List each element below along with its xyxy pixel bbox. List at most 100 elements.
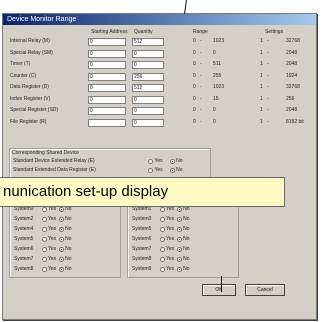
system-option-row: System3 Yes No bbox=[132, 216, 193, 223]
system-yes-radio[interactable] bbox=[160, 237, 165, 243]
system-no-radio[interactable] bbox=[177, 257, 183, 263]
row-label: Internal Relay (M) bbox=[10, 38, 50, 44]
system-no-radio[interactable] bbox=[177, 217, 183, 223]
system-yes-radio[interactable] bbox=[42, 267, 47, 273]
system-option-row: System8 Yes No bbox=[14, 266, 75, 273]
quantity-input[interactable]: 256 bbox=[132, 72, 164, 81]
setting-max: 256 bbox=[286, 95, 295, 102]
system-yes-radio[interactable] bbox=[160, 217, 165, 223]
range-sep: - bbox=[200, 84, 202, 90]
setting-min: 1 bbox=[260, 72, 263, 79]
system-label: System8 bbox=[132, 256, 152, 263]
quantity-input[interactable]: 512 bbox=[132, 84, 164, 92]
start-address-input[interactable]: 0 bbox=[88, 72, 126, 81]
row-label: Timer (T) bbox=[10, 61, 31, 67]
system-no-label: No bbox=[65, 226, 72, 233]
system-yes-radio[interactable] bbox=[42, 207, 47, 213]
system-label: System5 bbox=[132, 226, 152, 233]
system-no-label: No bbox=[65, 216, 72, 223]
setting-max: 8192 bit bbox=[286, 118, 304, 125]
system-label: System6 bbox=[14, 246, 34, 253]
start-address-input[interactable]: 0 bbox=[88, 84, 126, 92]
shared-device-line-2-yes-radio[interactable] bbox=[148, 168, 154, 174]
range-max: 0 bbox=[213, 49, 216, 56]
system-yes-radio[interactable] bbox=[160, 207, 165, 213]
system-yes-radio[interactable] bbox=[160, 257, 165, 263]
row-label: Special Relay (SM) bbox=[10, 49, 53, 56]
system-no-radio[interactable] bbox=[59, 227, 65, 233]
system-no-radio[interactable] bbox=[59, 267, 65, 273]
systems-group-left: System0 Yes No System2 Yes No System4 Yes No Syst… bbox=[9, 202, 121, 278]
quantity-input[interactable]: 0 bbox=[132, 118, 164, 127]
mouse-pointer bbox=[221, 276, 222, 292]
system-no-label: No bbox=[183, 216, 190, 223]
system-yes-label: Yes bbox=[166, 236, 175, 243]
system-yes-radio[interactable] bbox=[42, 257, 47, 263]
system-no-radio[interactable] bbox=[177, 227, 183, 233]
start-address-input[interactable]: 0 bbox=[88, 95, 126, 104]
system-label: System4 bbox=[14, 226, 34, 233]
range-min: 0 bbox=[193, 72, 196, 79]
quantity-input[interactable]: 512 bbox=[132, 38, 164, 46]
setting-sep: - bbox=[267, 107, 269, 113]
system-yes-radio[interactable] bbox=[160, 267, 165, 273]
system-no-radio[interactable] bbox=[59, 237, 65, 243]
start-address-input[interactable]: 0 bbox=[88, 61, 126, 69]
quantity-input[interactable]: 0 bbox=[132, 49, 164, 58]
range-min: 0 bbox=[193, 61, 196, 67]
system-label: System2 bbox=[14, 216, 34, 223]
setting-max: 32768 bbox=[286, 84, 300, 90]
system-no-radio[interactable] bbox=[177, 267, 183, 273]
dialog-title: Device Monitor Range bbox=[7, 16, 77, 23]
system-no-radio[interactable] bbox=[59, 257, 65, 263]
shared-device-line-1-yes-radio[interactable] bbox=[148, 159, 154, 165]
system-no-label: No bbox=[65, 266, 72, 273]
shared-device-line-2-no-radio[interactable] bbox=[170, 168, 176, 174]
setting-max: 32768 bbox=[286, 38, 300, 44]
system-yes-label: Yes bbox=[166, 246, 175, 253]
range-max: 511 bbox=[213, 61, 221, 67]
range-max: 255 bbox=[213, 72, 222, 79]
row-label: File Register (R) bbox=[10, 118, 47, 125]
quantity-input[interactable]: 0 bbox=[132, 61, 164, 69]
cancel-button[interactable]: Cancel bbox=[245, 284, 285, 296]
ok-button[interactable]: OK bbox=[202, 284, 236, 296]
system-no-radio[interactable] bbox=[177, 237, 183, 243]
system-no-radio[interactable] bbox=[59, 207, 65, 213]
system-yes-radio[interactable] bbox=[42, 247, 47, 253]
setting-sep: - bbox=[267, 49, 269, 56]
quantity-input[interactable]: 0 bbox=[132, 95, 164, 104]
system-label: System5 bbox=[14, 236, 34, 243]
setting-sep: - bbox=[267, 38, 269, 44]
start-address-input[interactable]: 0 bbox=[88, 38, 126, 46]
title-bar[interactable]: Device Monitor Range bbox=[3, 14, 316, 25]
setting-sep: - bbox=[267, 84, 269, 90]
range-sep: - bbox=[200, 107, 202, 113]
system-yes-radio[interactable] bbox=[160, 227, 165, 233]
system-yes-radio[interactable] bbox=[42, 227, 47, 233]
start-address-input[interactable]: 0 bbox=[88, 49, 126, 58]
system-yes-label: Yes bbox=[48, 256, 57, 263]
setting-max: 2048 bbox=[286, 49, 298, 56]
quantity-input[interactable]: 0 bbox=[132, 107, 164, 115]
setting-min: 1 bbox=[260, 95, 263, 102]
header-quantity: Quantity bbox=[134, 29, 153, 35]
setting-min: 1 bbox=[260, 84, 263, 90]
system-no-radio[interactable] bbox=[59, 247, 65, 253]
system-no-radio[interactable] bbox=[59, 217, 65, 223]
system-yes-radio[interactable] bbox=[42, 237, 47, 243]
start-address-input[interactable]: 0 bbox=[88, 107, 126, 115]
shared-device-line-1-no-radio[interactable] bbox=[170, 159, 176, 165]
shared-device-line-1-no-label: No bbox=[176, 158, 183, 165]
system-yes-radio[interactable] bbox=[42, 217, 47, 223]
system-option-row: System4 Yes No bbox=[14, 226, 75, 233]
start-address-input[interactable] bbox=[88, 118, 126, 127]
system-no-label: No bbox=[65, 256, 72, 263]
system-no-radio[interactable] bbox=[177, 207, 183, 213]
system-no-radio[interactable] bbox=[177, 247, 183, 253]
system-yes-radio[interactable] bbox=[160, 247, 165, 253]
range-max: 15 bbox=[213, 95, 219, 102]
header-settings: Settings bbox=[265, 29, 284, 35]
row-label: Index Register (V) bbox=[10, 95, 51, 102]
range-sep: - bbox=[200, 72, 202, 79]
